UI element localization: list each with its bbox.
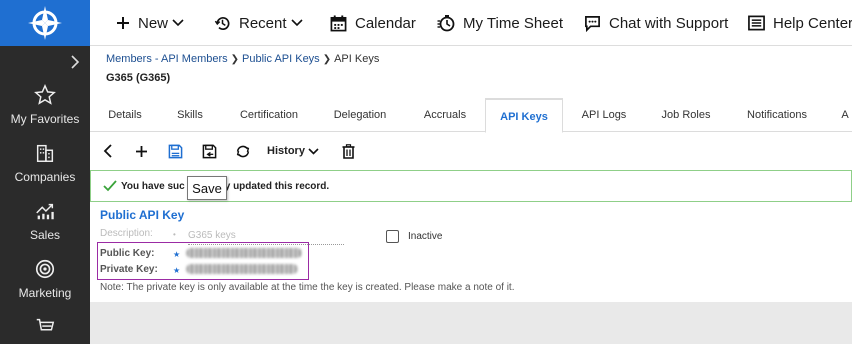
record-panel: Members - API Members ❯ Public API Keys ❯ AP… [90, 46, 852, 302]
breadcrumb-current: API Keys [334, 53, 380, 65]
refresh-button[interactable] [232, 140, 254, 162]
sidebar-item-label: Companies [14, 170, 76, 184]
save-button[interactable] [164, 140, 186, 162]
chat-with-support-label: Chat with Support [609, 14, 729, 32]
save-tooltip: Save [187, 176, 227, 200]
sidebar-expand-button[interactable] [0, 52, 90, 72]
tab-overflow[interactable]: A [838, 98, 852, 132]
sidebar-item-cart[interactable] [0, 316, 90, 344]
recent-label: Recent [239, 14, 287, 32]
record-title: G365 (G365) [106, 72, 171, 84]
refresh-icon [236, 145, 250, 157]
cart-icon [0, 316, 90, 340]
tab-notifications[interactable]: Notifications [736, 98, 818, 132]
chevron-left-icon [103, 144, 112, 158]
record-toolbar: History [90, 138, 852, 164]
delete-button[interactable] [338, 140, 358, 162]
back-button[interactable] [98, 140, 118, 162]
calendar-button[interactable]: Calendar [330, 0, 416, 46]
tab-api-keys[interactable]: API Keys [485, 98, 563, 133]
breadcrumb-chevron-icon: ❯ [322, 54, 332, 65]
help-list-icon [748, 15, 765, 31]
chevron-down-icon [172, 19, 184, 27]
history-menu-button[interactable]: History [266, 140, 320, 162]
sidebar-item-marketing[interactable]: Marketing [0, 258, 90, 300]
chevron-right-icon [71, 55, 80, 69]
app-logo[interactable] [0, 0, 90, 46]
my-time-sheet-label: My Time Sheet [463, 14, 564, 32]
sidebar-item-companies[interactable]: Companies [0, 142, 90, 184]
required-marker: • [173, 230, 176, 239]
stopwatch-icon [437, 15, 455, 32]
sidebar: My Favorites Companies Sales Marketing [0, 0, 90, 344]
sidebar-item-label: Marketing [18, 286, 72, 300]
sidebar-item-sales[interactable]: Sales [0, 200, 90, 242]
description-label: Description: [100, 228, 153, 239]
new-label: New [138, 14, 169, 32]
tab-details[interactable]: Details [98, 98, 152, 132]
inactive-label: Inactive [408, 231, 443, 242]
tab-job-roles[interactable]: Job Roles [650, 98, 722, 132]
plus-icon [117, 17, 129, 29]
tab-bar: Details Skills Certification Delegation … [90, 98, 852, 133]
plus-icon [135, 145, 147, 157]
compass-logo-icon [28, 6, 62, 40]
private-key-note: Note: The private key is only available … [100, 282, 515, 293]
calendar-label: Calendar [355, 14, 416, 32]
save-and-close-icon [202, 144, 216, 158]
chevron-down-icon [290, 19, 303, 27]
building-icon [0, 142, 90, 166]
save-icon [168, 144, 182, 158]
section-title: Public API Key [100, 208, 185, 222]
sidebar-item-label: My Favorites [10, 112, 80, 126]
breadcrumb-chevron-icon: ❯ [230, 54, 240, 65]
tab-certification[interactable]: Certification [230, 98, 308, 132]
chart-icon [0, 200, 90, 224]
trash-icon [342, 143, 354, 159]
tab-accruals[interactable]: Accruals [412, 98, 478, 132]
add-button[interactable] [130, 140, 152, 162]
new-menu-button[interactable]: New [116, 0, 184, 46]
help-center-label: Help Center [773, 14, 852, 32]
key-fields-highlight [97, 242, 309, 280]
save-and-close-button[interactable] [198, 140, 220, 162]
calendar-icon [330, 14, 347, 31]
success-message-end: y updated this record. [224, 180, 330, 192]
checkmark-icon [103, 180, 117, 192]
tab-api-logs[interactable]: API Logs [572, 98, 636, 132]
inactive-checkbox[interactable] [386, 230, 399, 243]
chat-icon [585, 15, 600, 32]
recent-menu-button[interactable]: Recent [214, 0, 303, 46]
chat-with-support-button[interactable]: Chat with Support [584, 0, 728, 46]
sidebar-item-label: Sales [29, 228, 61, 242]
sidebar-item-my-favorites[interactable]: My Favorites [0, 84, 90, 126]
history-label: History [267, 145, 305, 157]
target-icon [0, 258, 90, 282]
breadcrumb: Members - API Members ❯ Public API Keys ❯ AP… [106, 53, 379, 65]
my-time-sheet-button[interactable]: My Time Sheet [437, 0, 563, 46]
breadcrumb-link-members[interactable]: Members - API Members [106, 53, 228, 65]
chevron-down-icon [308, 147, 319, 155]
star-icon [0, 84, 90, 108]
top-bar: New Recent Calendar My Time Sheet Chat w… [90, 0, 852, 46]
help-center-button[interactable]: Help Center [748, 0, 852, 46]
history-icon [214, 16, 230, 30]
tab-delegation[interactable]: Delegation [322, 98, 398, 132]
success-message-start: You have suc [121, 180, 185, 192]
tab-skills[interactable]: Skills [164, 98, 216, 132]
breadcrumb-link-public-api-keys[interactable]: Public API Keys [242, 53, 320, 65]
description-field[interactable]: G365 keys [188, 230, 236, 241]
